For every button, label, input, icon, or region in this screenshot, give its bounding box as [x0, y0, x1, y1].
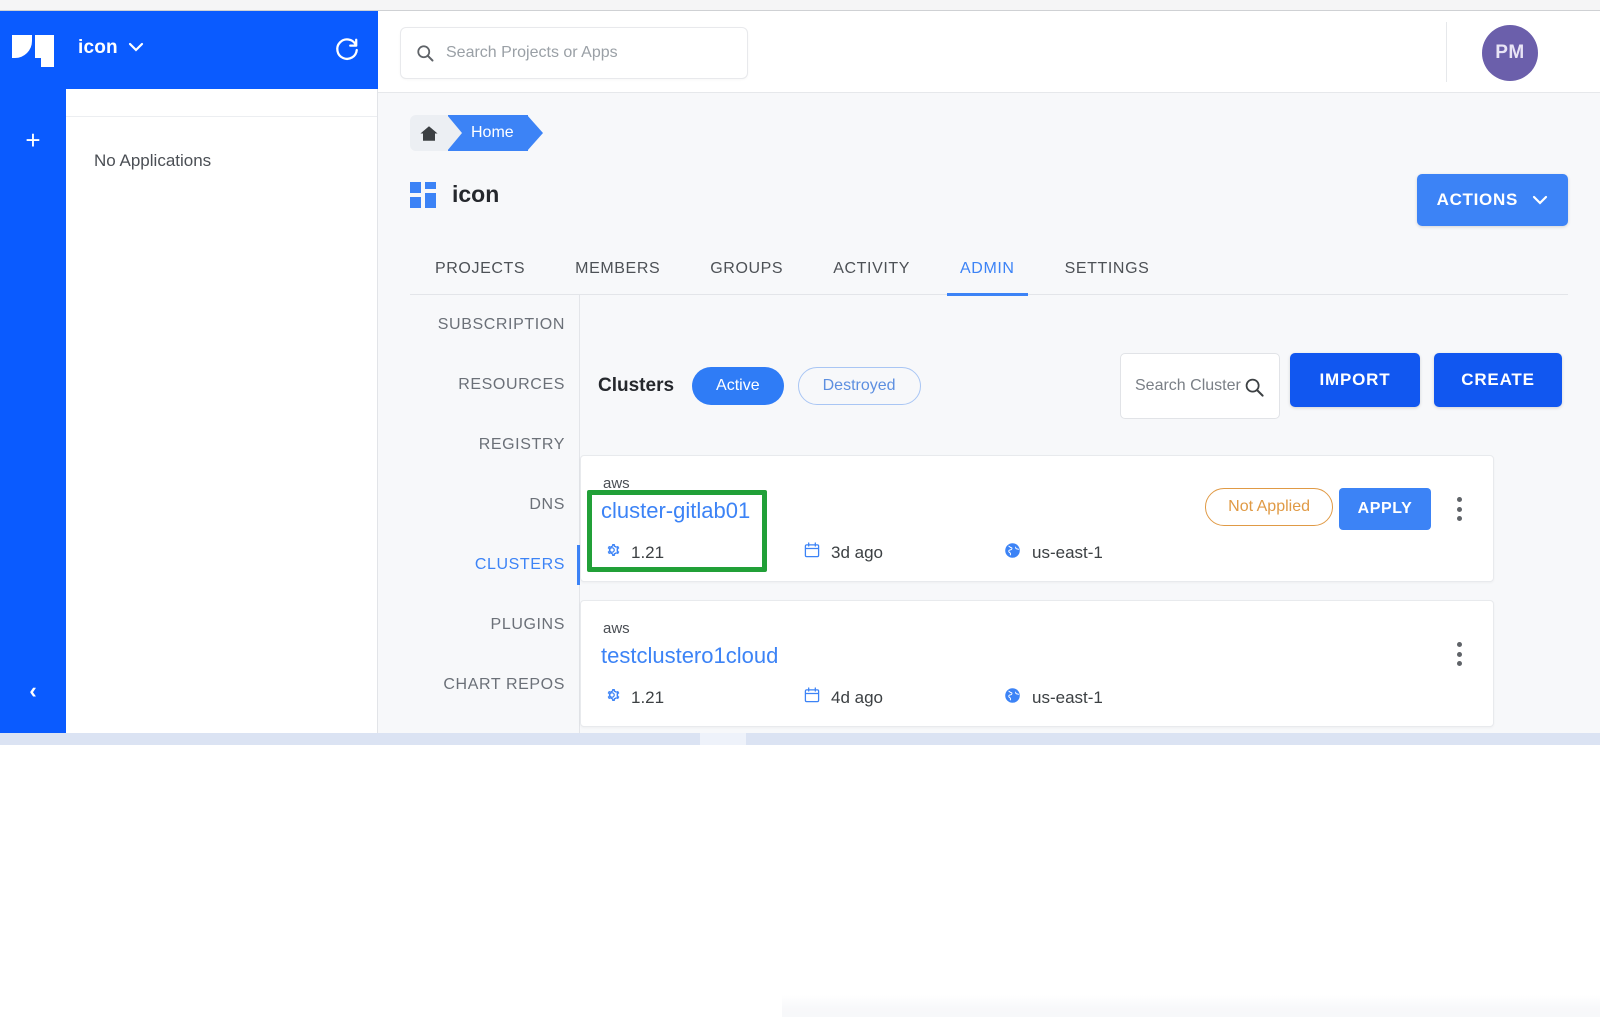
cluster-provider: aws	[603, 475, 630, 492]
calendar-icon	[803, 686, 821, 709]
filter-destroyed[interactable]: Destroyed	[797, 367, 921, 405]
cluster-search[interactable]	[1120, 353, 1280, 419]
search-input[interactable]	[446, 44, 733, 62]
cluster-region-value: us-east-1	[1032, 688, 1103, 707]
header-divider	[1446, 22, 1447, 82]
application-list-toolbar	[66, 89, 377, 117]
cluster-card[interactable]: aws cluster-gitlab01 1.21 3d ago us-east…	[580, 455, 1494, 582]
subnav-item-subscription[interactable]: SUBSCRIPTION	[410, 295, 579, 355]
actions-button-label: ACTIONS	[1436, 190, 1518, 209]
admin-subnav: SUBSCRIPTION RESOURCES REGISTRY DNS CLUS…	[410, 295, 580, 733]
breadcrumb-tip	[526, 115, 543, 151]
project-switcher-bar: icon	[66, 11, 378, 89]
breadcrumb: Home	[410, 115, 543, 151]
tab-members[interactable]: MEMBERS	[550, 243, 685, 295]
cluster-age-value: 3d ago	[831, 542, 883, 562]
cluster-version: 1.21	[603, 541, 664, 564]
project-switcher-label[interactable]: icon	[78, 37, 118, 59]
no-applications-message: No Applications	[94, 151, 212, 170]
cluster-version: 1.21	[603, 686, 664, 709]
globe-icon	[1003, 686, 1022, 710]
scroll-fade	[782, 995, 1600, 1017]
status-badge: Not Applied	[1205, 488, 1333, 526]
cluster-version-value: 1.21	[631, 687, 665, 707]
main-content: 6 EN PM Home icon ACTION	[378, 11, 1600, 1017]
search-icon	[417, 45, 434, 62]
import-cluster-button[interactable]: IMPORT	[1290, 353, 1420, 407]
subnav-item-resources[interactable]: RESOURCES	[410, 355, 579, 415]
tab-admin[interactable]: ADMIN	[935, 243, 1040, 296]
1-logo[interactable]	[8, 27, 58, 71]
clusters-toolbar: Clusters Active Destroyed	[598, 367, 921, 405]
more-options-icon[interactable]	[1447, 494, 1471, 524]
home-icon	[420, 125, 438, 141]
tab-activity[interactable]: ACTIVITY	[808, 243, 935, 295]
chevron-down-icon[interactable]	[128, 39, 144, 57]
globe-icon	[1003, 541, 1022, 565]
refresh-icon[interactable]	[334, 37, 360, 63]
tab-bar: PROJECTS MEMBERS GROUPS ACTIVITY ADMIN S…	[410, 243, 1568, 296]
page-header: icon	[410, 181, 499, 208]
cluster-name-link[interactable]: testclustero1cloud	[601, 643, 778, 669]
gear-icon	[603, 541, 621, 564]
actions-button[interactable]: ACTIONS	[1416, 174, 1568, 226]
subnav-item-clusters[interactable]: CLUSTERS	[410, 535, 580, 595]
calendar-icon	[803, 541, 821, 564]
collapse-sidebar-button[interactable]: ‹	[0, 671, 66, 711]
subnav-item-chart-repos[interactable]: CHART REPOS	[410, 655, 579, 715]
app-header: 6 EN PM	[378, 11, 1600, 93]
global-search[interactable]	[400, 27, 748, 79]
search-icon	[1243, 376, 1265, 403]
gear-icon	[603, 686, 621, 709]
cluster-age: 4d ago	[803, 686, 883, 709]
more-options-icon[interactable]	[1447, 639, 1471, 669]
cluster-card[interactable]: aws testclustero1cloud 1.21 4d ago us-ea…	[580, 600, 1494, 727]
avatar[interactable]: PM	[1482, 25, 1538, 81]
taskbar-nub	[700, 733, 746, 745]
subnav-item-registry[interactable]: REGISTRY	[410, 415, 579, 475]
apply-button[interactable]: APPLY	[1339, 488, 1431, 530]
chevron-down-icon	[1532, 190, 1548, 210]
breadcrumb-separator	[447, 115, 462, 151]
subnav-item-dns[interactable]: DNS	[410, 475, 579, 535]
browser-bottom-strip	[0, 733, 1600, 745]
cluster-age-value: 4d ago	[831, 687, 883, 707]
clusters-section: Clusters Active Destroyed IMPORT CREATE …	[580, 295, 1600, 1017]
subnav-item-plugins[interactable]: PLUGINS	[410, 595, 579, 655]
cluster-version-value: 1.21	[631, 542, 665, 562]
application-list-panel: No Applications	[66, 89, 378, 733]
cluster-region: us-east-1	[1003, 541, 1103, 565]
cluster-name-link[interactable]: cluster-gitlab01	[601, 498, 750, 524]
add-project-button[interactable]: +	[0, 121, 66, 159]
tab-groups[interactable]: GROUPS	[685, 243, 808, 295]
app-root: + ‹ icon No Applications Search Projects…	[0, 11, 1600, 1017]
filter-active[interactable]: Active	[692, 367, 784, 405]
clusters-heading: Clusters	[598, 375, 675, 396]
create-cluster-button[interactable]: CREATE	[1434, 353, 1562, 407]
left-rail: + ‹	[0, 11, 66, 733]
cluster-region-value: us-east-1	[1032, 543, 1103, 562]
tab-projects[interactable]: PROJECTS	[410, 243, 550, 295]
page-title: icon	[452, 181, 500, 207]
breadcrumb-home-button[interactable]	[410, 115, 448, 151]
tab-settings[interactable]: SETTINGS	[1040, 243, 1175, 295]
cluster-age: 3d ago	[803, 541, 883, 564]
dashboard-grid-icon	[410, 181, 436, 208]
cluster-region: us-east-1	[1003, 686, 1103, 710]
cluster-provider: aws	[603, 620, 630, 637]
browser-top-strip	[0, 0, 1600, 11]
